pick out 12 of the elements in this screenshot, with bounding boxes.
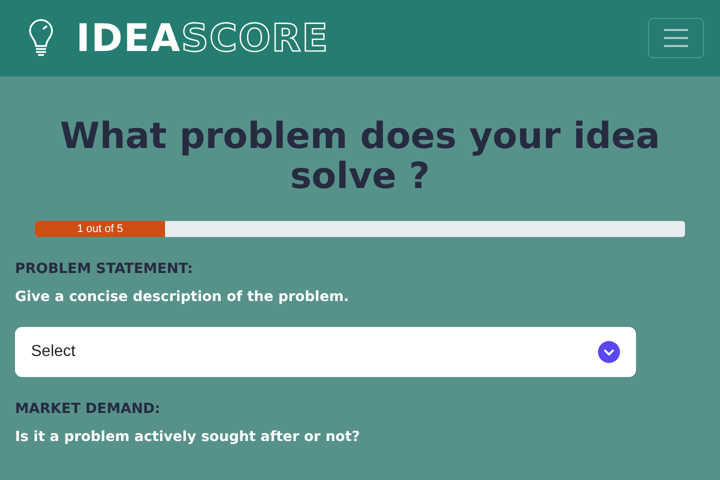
select-dropdown[interactable]: Select <box>15 327 636 377</box>
progress-fill: 1 out of 5 <box>35 221 165 237</box>
menu-button[interactable] <box>648 18 704 58</box>
page-title: What problem does your idea solve ? <box>58 117 661 197</box>
question-heading: PROBLEM STATEMENT: <box>15 261 194 277</box>
chevron-down-icon <box>598 341 620 363</box>
light-bulb-icon <box>28 19 54 57</box>
question-prompt: Give a concise description of the problem. <box>15 289 350 305</box>
question-heading: MARKET DEMAND: <box>15 401 162 417</box>
logo: IDEASCORE <box>76 16 329 60</box>
menu-icon <box>663 28 689 48</box>
question-prompt: Is it a problem actively sought after or not? <box>15 429 361 445</box>
